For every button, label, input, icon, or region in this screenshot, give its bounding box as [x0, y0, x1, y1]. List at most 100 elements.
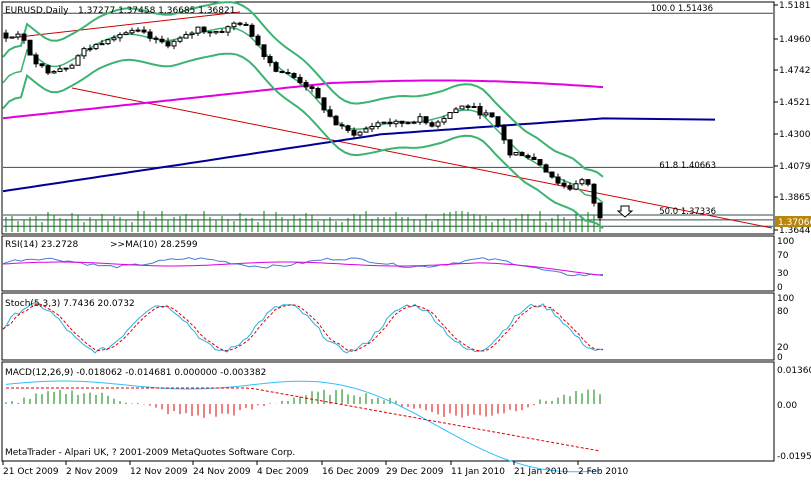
- current-price-text: 1.37066: [778, 218, 811, 228]
- macd-panel[interactable]: MACD(12,26,9) -0.018062 -0.014681 0.0000…: [1, 361, 811, 473]
- macd-tick-label: 0.013608: [777, 366, 811, 376]
- candle-body: [45, 65, 51, 74]
- date-tick: 29 Dec 2009: [385, 461, 444, 477]
- price-tick-label: 1.49605: [779, 35, 811, 45]
- macd-header: MACD(12,26,9) -0.018062 -0.014681 0.0000…: [5, 368, 266, 378]
- macd-tick-label: -0.019557: [777, 452, 811, 462]
- candle-body: [465, 105, 471, 108]
- candle-body: [321, 97, 327, 111]
- price-tick-label: 1.43005: [779, 130, 811, 140]
- candle-body: [477, 106, 483, 116]
- stoch-panel[interactable]: Stoch(5,3,3) 7.7436 20.0732 100 80 20 0: [1, 292, 794, 363]
- candle-body: [117, 34, 123, 39]
- fib-label-50: 50.0 1.37336: [659, 207, 716, 217]
- date-tick-label: 29 Dec 2009: [386, 467, 444, 477]
- candle-body: [573, 183, 579, 190]
- candle-body: [345, 125, 351, 131]
- candle-body: [63, 67, 69, 70]
- candle-body: [369, 125, 375, 130]
- candle-body: [435, 121, 441, 127]
- candle-body: [363, 128, 369, 133]
- rsi-ma-header: >>MA(10) 28.2599: [110, 240, 198, 250]
- date-tick-label: 4 Dec 2009: [257, 467, 309, 477]
- candle-body: [513, 152, 519, 156]
- candle-body: [303, 82, 309, 88]
- fib-label-61-8: 61.8 1.40663: [659, 161, 716, 171]
- candle-body: [81, 48, 87, 57]
- date-tick: 2 Feb 2010: [577, 461, 629, 477]
- candle-body: [243, 23, 249, 26]
- candle-body: [219, 30, 225, 33]
- date-tick: 4 Dec 2009: [256, 461, 309, 477]
- date-tick: 11 Jan 2010: [450, 461, 505, 477]
- main-price-panel[interactable]: EURUSD,Daily 1.37277 1.37458 1.36685 1.3…: [1, 1, 775, 235]
- candle-body: [153, 37, 159, 40]
- candle-body: [87, 48, 93, 51]
- candle-body: [441, 117, 447, 123]
- candle-body: [135, 29, 141, 32]
- candle-body: [237, 22, 243, 25]
- date-tick: 21 Jan 2010: [513, 461, 568, 477]
- candle-body: [291, 72, 297, 78]
- candle-body: [339, 124, 345, 127]
- price-tick-label: 1.47425: [779, 66, 811, 76]
- candle-body: [453, 108, 459, 114]
- candle-body: [381, 121, 387, 124]
- price-tick: 1.49605: [774, 35, 811, 45]
- main-panel-ohlc: 1.37277 1.37458 1.36685 1.36821: [78, 6, 235, 16]
- candle-body: [123, 32, 129, 36]
- candle-body: [579, 179, 585, 185]
- price-tick: 1.38650: [774, 193, 811, 203]
- copyright-text: MetaTrader - Alpari UK, ? 2001-2009 Meta…: [5, 448, 295, 458]
- date-tick: 21 Oct 2009: [2, 461, 59, 477]
- candle-body: [537, 159, 543, 166]
- price-tick: 1.45215: [774, 98, 811, 108]
- rsi-tick-label: 30: [777, 269, 789, 279]
- candle-body: [129, 29, 135, 34]
- candle-body: [141, 29, 147, 33]
- date-tick-label: 16 Dec 2009: [322, 467, 380, 477]
- candle-body: [561, 182, 567, 187]
- candle-body: [429, 122, 435, 127]
- stoch-tick-label: 80: [777, 307, 789, 317]
- candle-body: [315, 87, 321, 99]
- candle-body: [357, 131, 363, 136]
- candle-body: [525, 155, 531, 158]
- candle-body: [549, 171, 555, 178]
- rsi-tick-label: 0: [777, 283, 783, 293]
- candle-body: [501, 124, 507, 141]
- candle-body: [333, 115, 339, 126]
- candle-body: [111, 37, 117, 41]
- rsi-tick-label: 100: [777, 237, 794, 247]
- price-tick: 1.40795: [774, 162, 811, 172]
- date-tick: 12 Nov 2009: [129, 461, 188, 477]
- candle-body: [411, 121, 417, 124]
- stoch-tick-label: 0: [777, 353, 783, 363]
- candle-body: [447, 112, 453, 119]
- candle-body: [189, 32, 195, 35]
- candle-body: [69, 64, 75, 69]
- candle-body: [195, 26, 201, 34]
- candle-body: [567, 185, 573, 190]
- candle-body: [399, 120, 405, 124]
- candle-body: [495, 116, 501, 126]
- candle-body: [3, 32, 9, 39]
- price-tick-label: 1.45215: [779, 98, 811, 108]
- candle-body: [285, 72, 291, 75]
- candle-body: [309, 86, 315, 89]
- candle-body: [519, 152, 525, 157]
- candle-body: [555, 176, 561, 184]
- candle-body: [585, 179, 591, 185]
- rsi-panel[interactable]: RSI(14) 23.2728 >>MA(10) 28.2599 100 70 …: [1, 235, 794, 293]
- stoch-tick-label: 20: [777, 343, 789, 353]
- price-tick: 1.51810: [774, 1, 811, 11]
- chart-canvas[interactable]: EURUSD,Daily 1.37277 1.37458 1.36685 1.3…: [0, 0, 811, 479]
- date-tick-label: 2 Feb 2010: [578, 467, 629, 477]
- metatrader-chart-window[interactable]: EURUSD,Daily 1.37277 1.37458 1.36685 1.3…: [0, 0, 811, 479]
- rsi-tick-label: 70: [777, 251, 789, 261]
- candle-body: [375, 122, 381, 127]
- candle-body: [507, 139, 513, 156]
- candle-body: [21, 33, 27, 41]
- candle-body: [99, 43, 105, 46]
- candle-body: [423, 116, 429, 124]
